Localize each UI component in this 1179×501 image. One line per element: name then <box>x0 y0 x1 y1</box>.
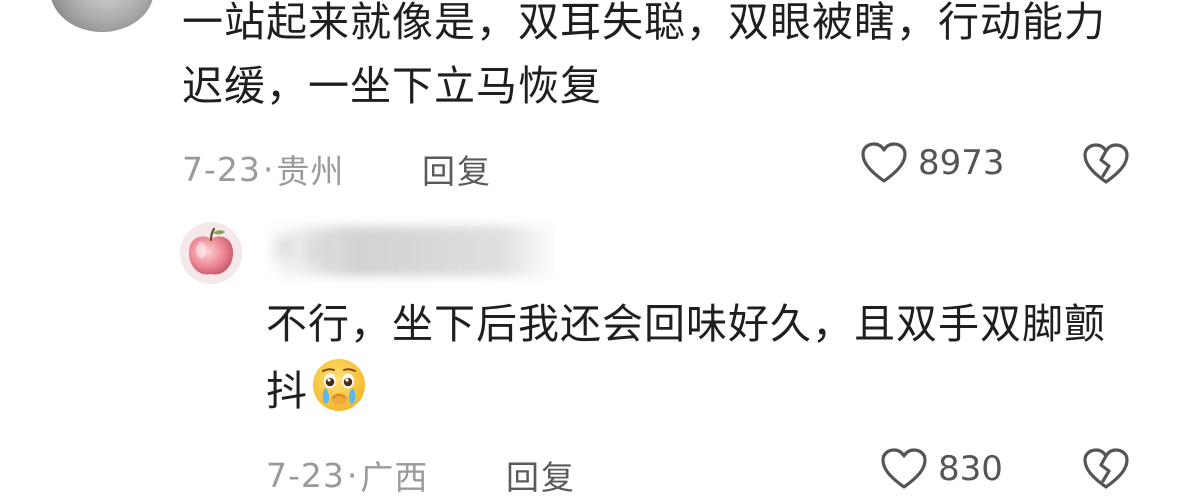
reply-meta: 7-23 · 广西 <box>266 451 428 499</box>
like-button[interactable]: 830 <box>880 447 1003 491</box>
apple-avatar-image <box>180 222 242 284</box>
reply-button[interactable]: 回复 <box>506 451 576 499</box>
like-count: 8973 <box>918 143 1005 183</box>
reply-avatar[interactable] <box>180 222 242 284</box>
crying-face-emoji <box>310 356 368 432</box>
heart-outline-icon <box>880 447 928 491</box>
reply-text: 不行，坐下后我还会回味好久，且双手双脚颤抖 <box>266 300 1106 415</box>
reply-comment-text: 不行，坐下后我还会回味好久，且双手双脚颤抖 <box>266 292 1126 432</box>
reply-button[interactable]: 回复 <box>422 145 492 193</box>
like-button[interactable]: 8973 <box>860 141 1005 185</box>
meta-separator: · <box>346 455 359 495</box>
username-text: 不可 <box>268 234 336 274</box>
meta-separator: · <box>262 149 275 189</box>
broken-heart-icon[interactable] <box>1082 142 1130 186</box>
comment-avatar[interactable] <box>50 0 154 32</box>
broken-heart-icon[interactable] <box>1082 447 1130 491</box>
like-count: 830 <box>938 449 1003 489</box>
reply-date: 7-23 <box>266 455 345 495</box>
heart-outline-icon <box>860 141 908 185</box>
comment-meta: 7-23 · 贵州 <box>182 145 344 193</box>
comment-location: 贵州 <box>276 152 345 191</box>
comment-date: 7-23 <box>182 149 261 189</box>
comment-text: 一站起来就像是，双耳失聪，双眼被瞎，行动能力迟缓，一坐下立马恢复 <box>182 0 1106 110</box>
reply-location: 广西 <box>360 458 429 497</box>
reply-username[interactable]: 不可 <box>268 226 558 276</box>
